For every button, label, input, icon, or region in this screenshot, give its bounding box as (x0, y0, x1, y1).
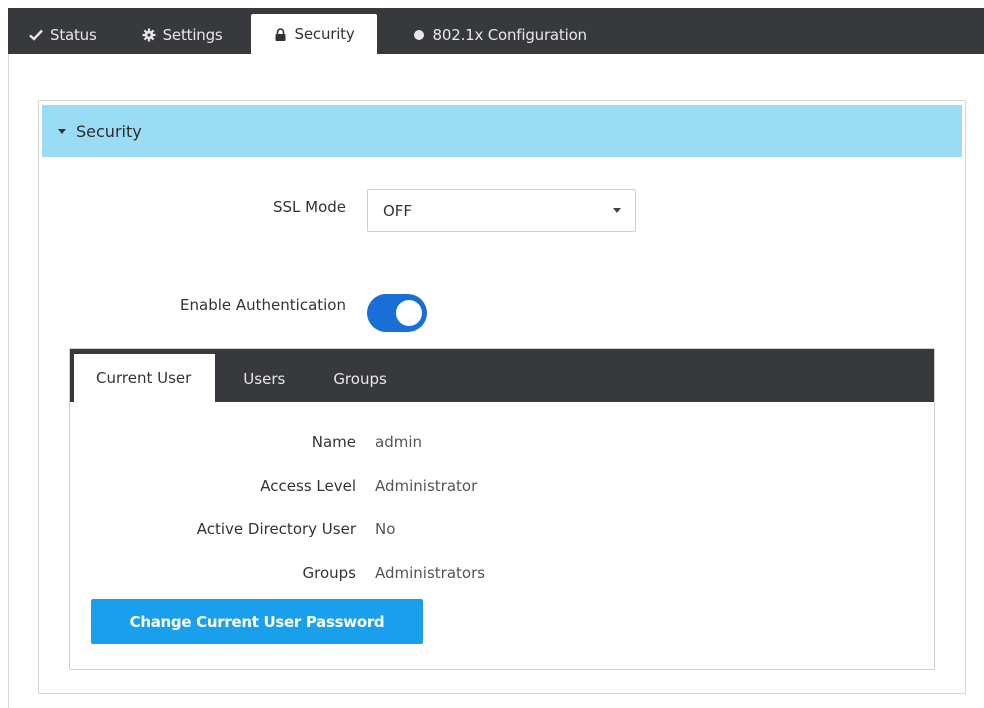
tab-status[interactable]: Status (8, 16, 117, 54)
tab-8021x-label: 802.1x Configuration (432, 26, 588, 44)
ssl-mode-select[interactable]: OFF (367, 189, 636, 232)
gear-icon (141, 27, 157, 43)
enable-authentication-toggle[interactable] (367, 294, 427, 332)
chevron-down-icon (613, 208, 621, 213)
ssl-mode-label: SSL Mode (272, 198, 346, 216)
tab-current-user[interactable]: Current User (74, 354, 216, 402)
info-row-access-level: Access Level Administrator (0, 477, 866, 501)
check-icon (28, 27, 44, 43)
caret-down-icon (58, 128, 66, 134)
info-key: Active Directory User (196, 520, 356, 538)
info-value: Administrator (375, 477, 478, 495)
info-key: Groups (302, 564, 356, 582)
info-value: No (375, 520, 396, 538)
tab-groups[interactable]: Groups (309, 356, 410, 402)
info-value: Administrators (375, 564, 486, 582)
info-key: Access Level (260, 477, 356, 495)
tab-settings[interactable]: Settings (117, 16, 243, 54)
tab-settings-label: Settings (162, 26, 223, 44)
top-tab-bar: Status Settings Security 802.1x Configur… (8, 8, 984, 54)
ssl-mode-value: OFF (383, 201, 413, 220)
tab-security-label: Security (294, 25, 355, 43)
dot-icon (411, 27, 427, 43)
lock-icon (273, 26, 289, 42)
tab-security[interactable]: Security (250, 14, 377, 54)
section-title: Security (76, 121, 142, 141)
info-row-groups: Groups Administrators (0, 564, 866, 588)
tab-status-label: Status (50, 26, 97, 44)
toggle-knob (396, 300, 422, 326)
info-key: Name (311, 433, 356, 451)
security-section-header[interactable]: Security (42, 105, 962, 157)
change-password-button[interactable]: Change Current User Password (91, 599, 423, 644)
user-tab-bar: Current User Users Groups (70, 349, 934, 402)
tab-users[interactable]: Users (219, 356, 309, 402)
enable-authentication-label: Enable Authentication (180, 296, 346, 314)
info-value: admin (375, 433, 422, 451)
info-row-name: Name admin (0, 433, 866, 457)
info-row-active-directory-user: Active Directory User No (0, 520, 866, 544)
tab-8021x-configuration[interactable]: 802.1x Configuration (387, 16, 607, 54)
